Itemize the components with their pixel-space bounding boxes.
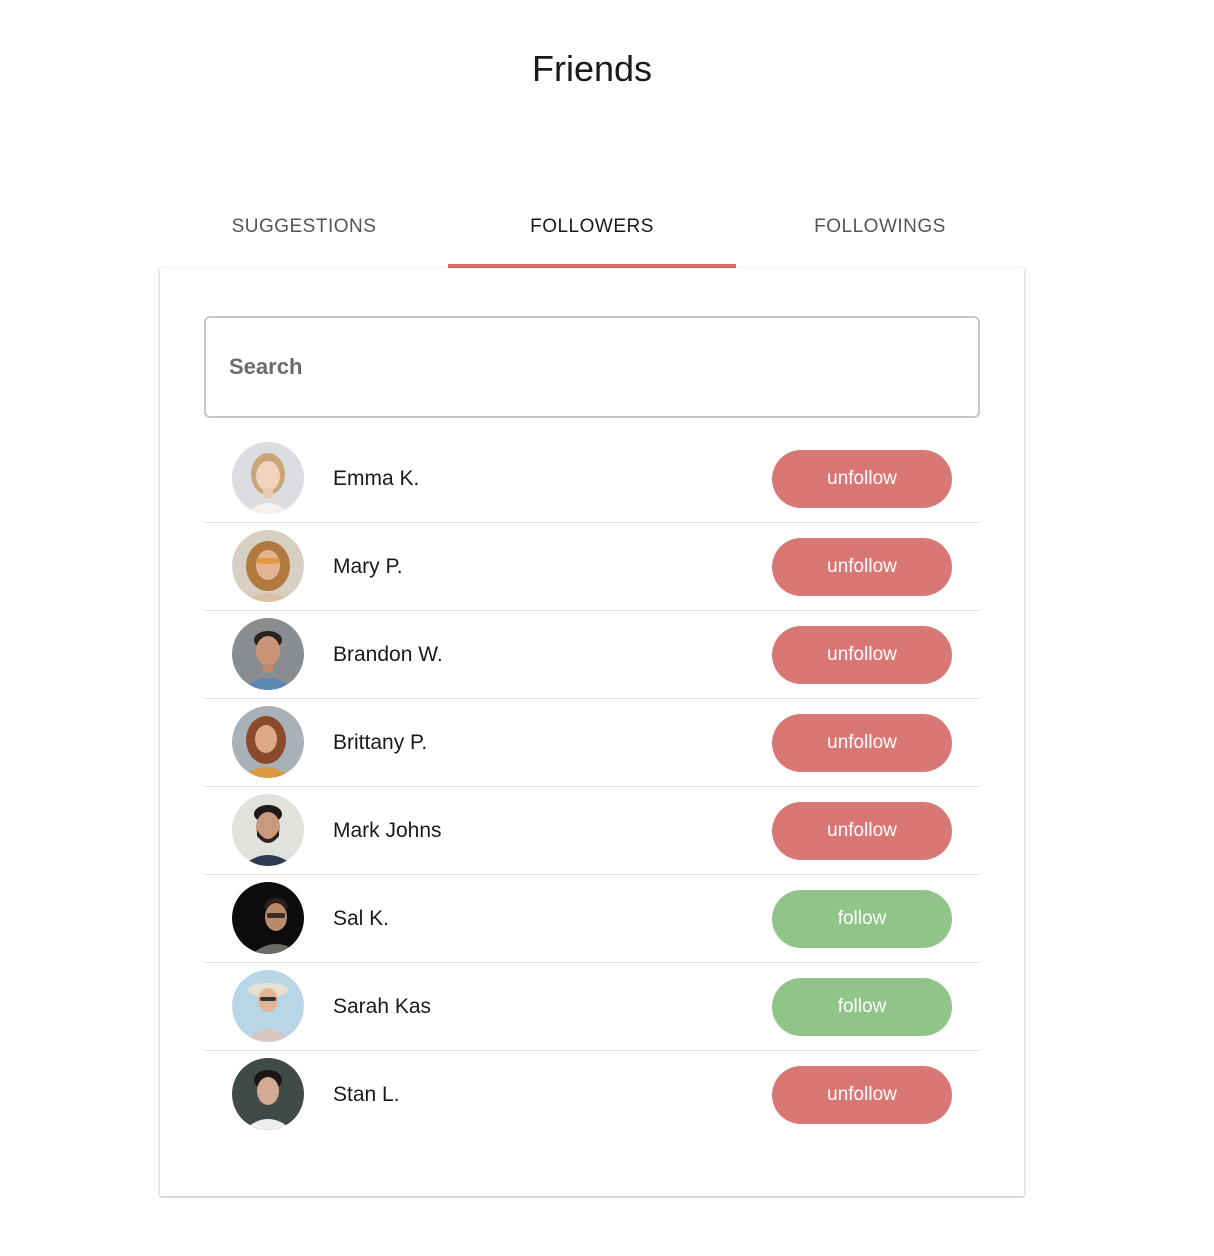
user-name: Sal K. [333,906,390,930]
list-item: Stan L. unfollow [204,1051,980,1139]
user-name: Sarah Kas [333,994,432,1018]
user-list: Emma K. unfollow Mary P. unfollow Brando… [204,435,980,1139]
user-name: Brandon W. [333,642,443,666]
search-box [204,316,980,418]
avatar-sal-icon[interactable] [232,882,304,954]
follow-button[interactable]: follow [772,978,952,1036]
tab-followings[interactable]: FOLLOWINGS [736,195,1024,268]
avatar-brittany-icon[interactable] [232,706,304,778]
unfollow-button[interactable]: unfollow [772,538,952,596]
user-name: Mark Johns [333,818,442,842]
avatar-mary-icon[interactable] [232,530,304,602]
tab-followers[interactable]: FOLLOWERS [448,195,736,268]
unfollow-button[interactable]: unfollow [772,1066,952,1124]
friends-card: Emma K. unfollow Mary P. unfollow [160,268,1024,1196]
unfollow-button[interactable]: unfollow [772,626,952,684]
unfollow-button[interactable]: unfollow [772,714,952,772]
list-item: Brittany P. unfollow [204,699,980,787]
user-name: Mary P. [333,554,403,578]
search-input[interactable] [206,318,978,416]
list-item: Mark Johns unfollow [204,787,980,875]
avatar-brandon-icon[interactable] [232,618,304,690]
user-name: Stan L. [333,1083,400,1106]
list-item: Sal K. follow [204,875,980,963]
avatar-emma-icon[interactable] [232,442,304,514]
user-name: Brittany P. [333,730,428,754]
avatar-mark-icon[interactable] [232,794,304,866]
unfollow-button[interactable]: unfollow [772,450,952,508]
list-item: Mary P. unfollow [204,523,980,611]
list-item: Brandon W. unfollow [204,611,980,699]
list-item: Emma K. unfollow [204,435,980,523]
unfollow-button[interactable]: unfollow [772,802,952,860]
page-title: Friends [531,48,653,89]
tab-suggestions[interactable]: SUGGESTIONS [160,195,448,268]
user-name: Emma K. [333,466,420,490]
avatar-stan-icon[interactable] [232,1058,304,1130]
follow-button[interactable]: follow [772,890,952,948]
avatar-sarah-icon[interactable] [232,970,304,1042]
tab-bar: SUGGESTIONS FOLLOWERS FOLLOWINGS [160,195,1024,268]
list-item: Sarah Kas follow [204,963,980,1051]
